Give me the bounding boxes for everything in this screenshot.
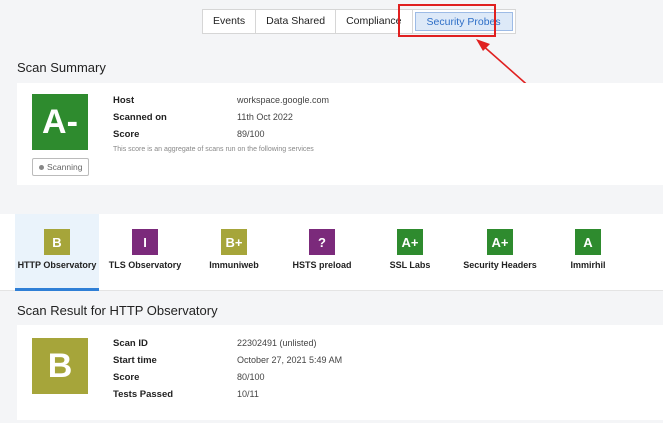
probe-ssl-labs[interactable]: A+ SSL Labs (370, 214, 450, 288)
scanning-button[interactable]: Scanning (32, 158, 90, 176)
probe-hsts-preload[interactable]: ? HSTS preload (282, 214, 362, 288)
scan-result-title: Scan Result for HTTP Observatory (17, 303, 218, 318)
tests-passed-value: 10/11 (237, 389, 259, 399)
probe-strip: B HTTP Observatory I TLS Observatory B+ … (0, 214, 663, 291)
probe-name: Security Headers (463, 260, 537, 270)
scanning-label: Scanning (47, 162, 83, 172)
scanned-on-label: Scanned on (113, 112, 167, 123)
probe-security-headers[interactable]: A+ Security Headers (456, 214, 544, 288)
scanning-dot-icon (39, 164, 44, 170)
result-grade-badge: B (32, 338, 88, 394)
probe-name: HTTP Observatory (17, 260, 97, 270)
probe-name: HSTS preload (292, 260, 352, 270)
probe-grade: A (575, 229, 601, 255)
scanned-on-value: 11th Oct 2022 (237, 112, 293, 122)
probe-immuniweb[interactable]: B+ Immuniweb (194, 214, 274, 288)
host-label: Host (113, 95, 135, 106)
scan-summary-title: Scan Summary (17, 60, 106, 75)
probe-grade: A+ (397, 229, 423, 255)
probe-grade: B+ (221, 229, 247, 255)
tab-events[interactable]: Events (203, 10, 257, 33)
scan-id-label: Scan ID (113, 338, 148, 349)
score-note: This score is an aggregate of scans run … (113, 146, 314, 153)
probe-grade: A+ (487, 229, 513, 255)
result-score-label: Score (113, 372, 140, 383)
probe-http-observatory[interactable]: B HTTP Observatory (15, 214, 99, 291)
probe-tls-observatory[interactable]: I TLS Observatory (104, 214, 186, 288)
scan-result-card: B Scan ID 22302491 (unlisted) Start time… (17, 325, 663, 420)
summary-grade-badge: A- (32, 94, 88, 150)
start-time-label: Start time (113, 355, 157, 366)
probe-name: TLS Observatory (108, 260, 182, 270)
highlight-box (398, 4, 496, 37)
host-value: workspace.google.com (237, 95, 330, 105)
probe-grade: B (44, 229, 70, 255)
probe-immirhil[interactable]: A Immirhil (550, 214, 626, 288)
scan-summary-card: A- Scanning Host workspace.google.com Sc… (17, 83, 663, 185)
probe-name: Immirhil (570, 260, 606, 270)
probe-grade: I (132, 229, 158, 255)
probe-grade: ? (309, 229, 335, 255)
tab-data-shared[interactable]: Data Shared (256, 10, 337, 33)
result-score-value: 80/100 (237, 372, 265, 382)
probe-name: SSL Labs (389, 260, 431, 270)
tests-passed-label: Tests Passed (113, 389, 174, 400)
start-time-value: October 27, 2021 5:49 AM (237, 355, 343, 365)
scan-id-value: 22302491 (unlisted) (237, 338, 317, 348)
score-label: Score (113, 129, 140, 140)
score-value: 89/100 (237, 129, 265, 139)
probe-name: Immuniweb (209, 260, 259, 270)
